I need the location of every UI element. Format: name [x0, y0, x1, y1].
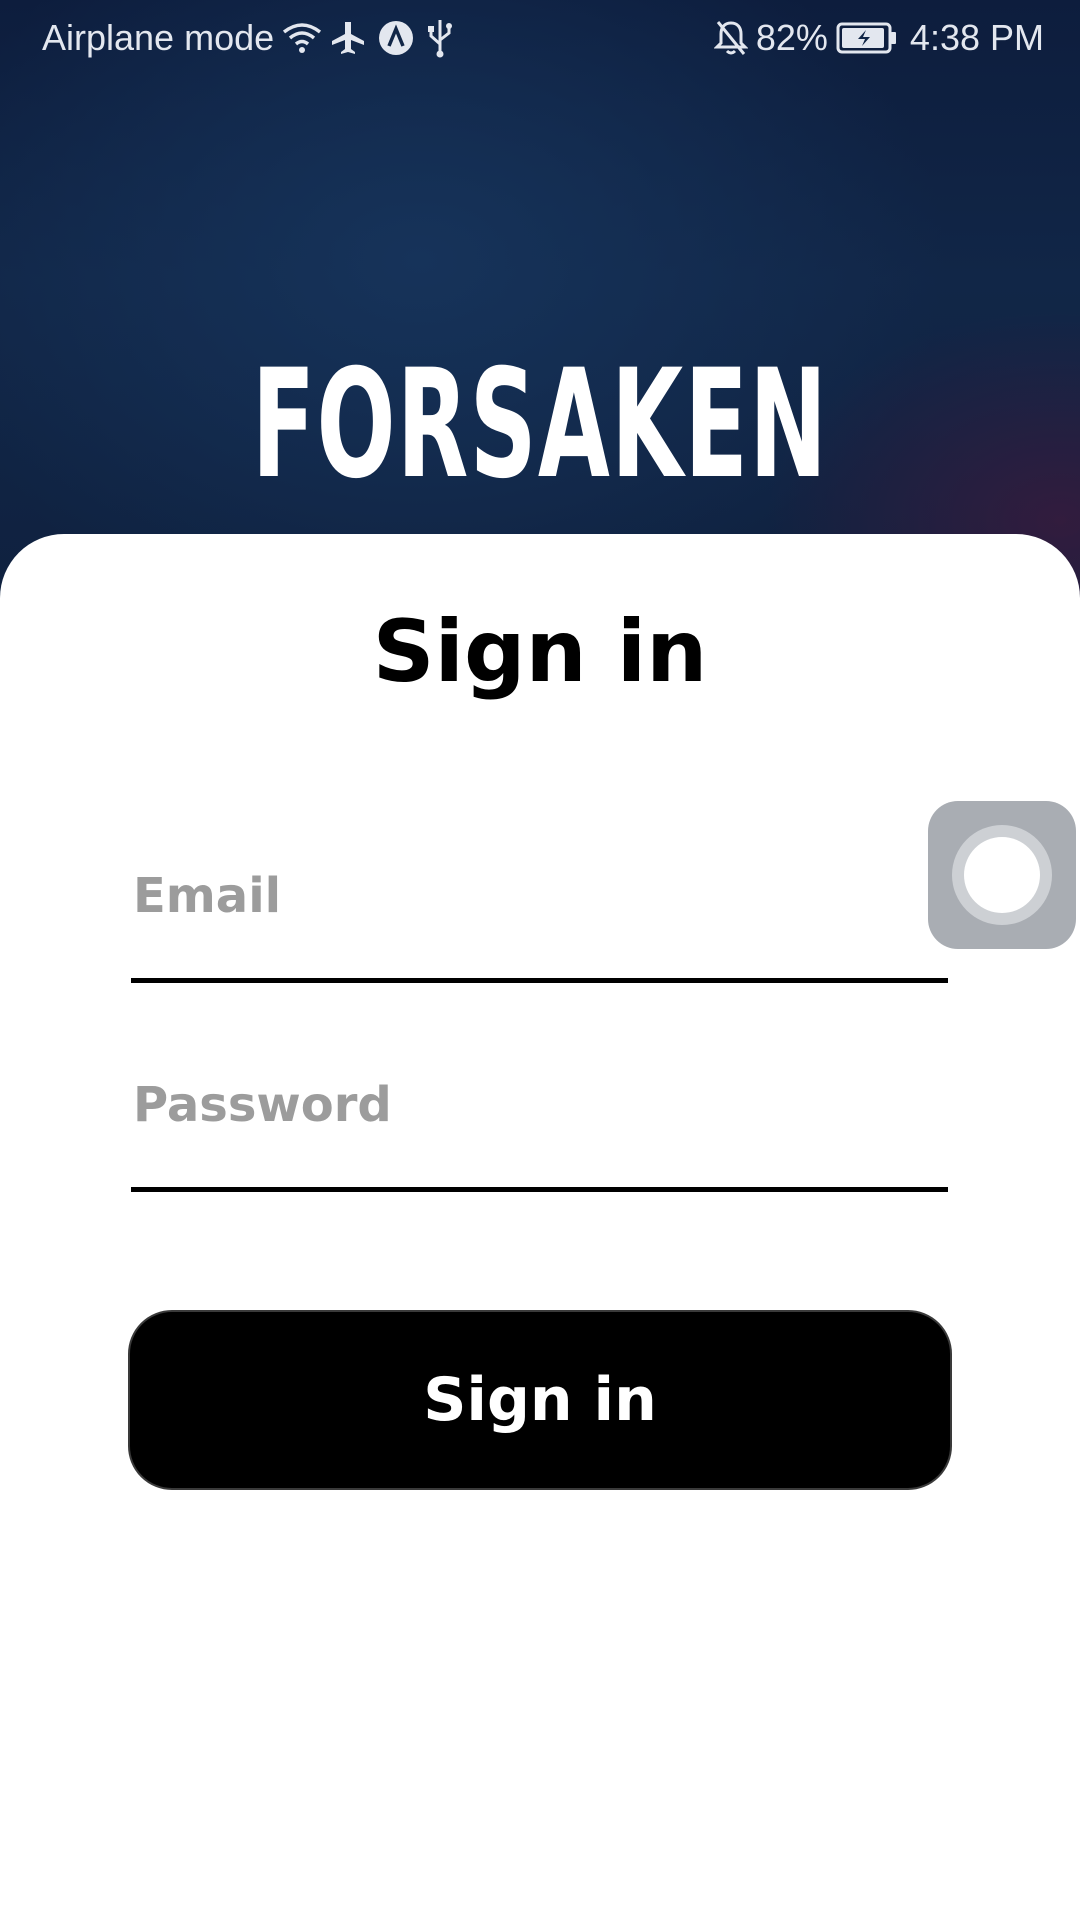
wifi-icon	[282, 20, 322, 56]
password-field	[131, 1075, 948, 1192]
page-title: Sign in	[372, 602, 708, 702]
email-input[interactable]	[133, 866, 933, 926]
battery-charging-icon	[836, 21, 898, 55]
signin-sheet	[0, 534, 1080, 1920]
sign-in-button[interactable]: Sign in	[128, 1310, 952, 1490]
clock: 4:38 PM	[909, 17, 1044, 58]
assistive-touch-icon	[964, 837, 1040, 913]
bell-off-icon	[713, 19, 748, 57]
status-bar: Airplane mode 82% 4:38 PM	[0, 0, 1080, 76]
hero-background	[0, 0, 1080, 620]
assistive-touch-button[interactable]	[928, 801, 1076, 949]
airplane-icon	[330, 20, 366, 56]
battery-percent: 82%	[755, 17, 828, 58]
password-input[interactable]	[133, 1075, 933, 1135]
email-field	[131, 866, 948, 983]
usb-icon	[426, 18, 454, 58]
app-a-icon	[378, 20, 414, 56]
airplane-mode-label: Airplane mode	[42, 17, 275, 58]
assistive-touch-ring	[952, 825, 1052, 925]
app-logo: FORSAKEN	[251, 338, 829, 512]
